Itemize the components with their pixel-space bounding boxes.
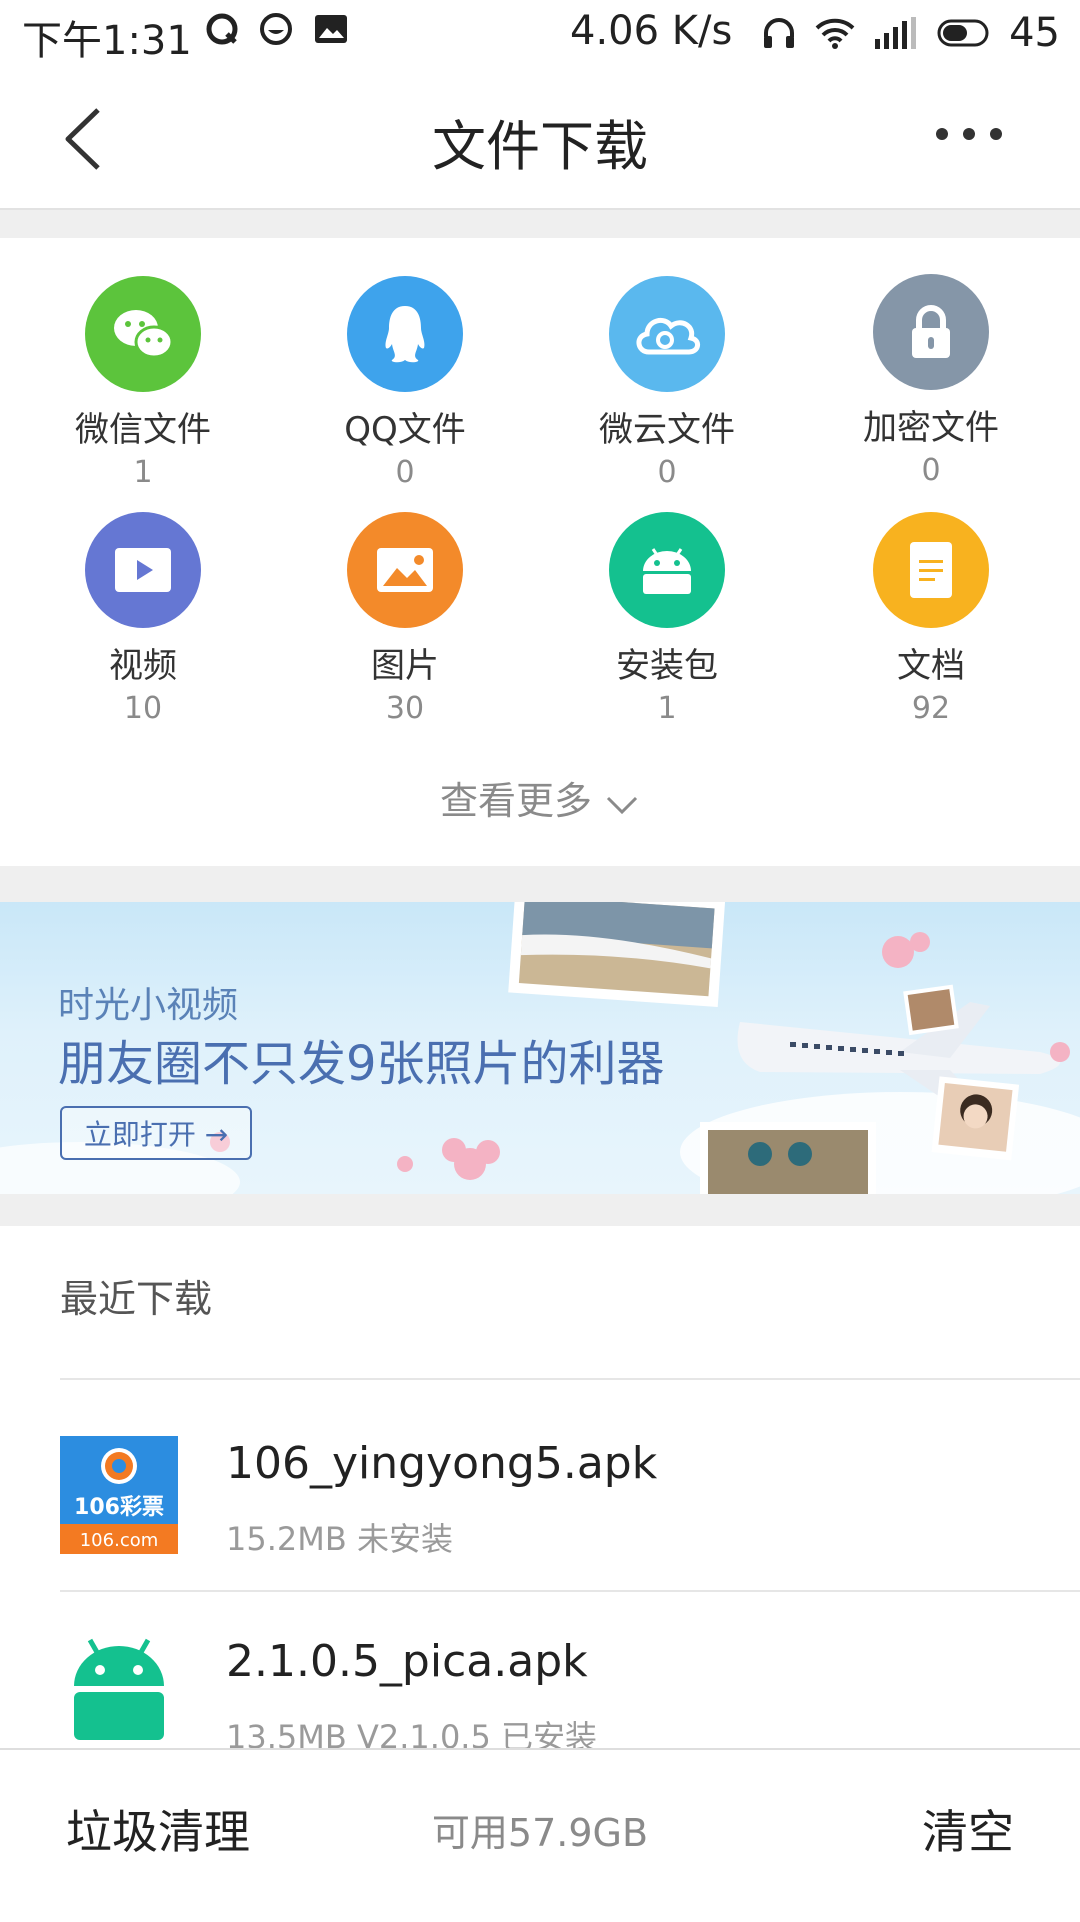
network-speed: 4.06 K/s — [570, 8, 733, 54]
section-gap — [0, 1194, 1080, 1226]
category-count: 10 — [123, 691, 163, 726]
file-row[interactable]: 106彩票 106.com 106_yingyong5.apk 15.2MB 未… — [0, 1380, 1080, 1590]
weiyun-icon — [636, 317, 700, 355]
category-count: 0 — [921, 453, 941, 488]
wechat-icon — [114, 310, 174, 359]
gallery-notification-icon — [315, 15, 347, 43]
category-count: 0 — [395, 455, 415, 490]
category-label: 微信文件 — [75, 410, 211, 450]
qq-notification-icon — [206, 13, 238, 45]
android-icon — [643, 548, 691, 594]
file-name: 2.1.0.5_pica.apk — [226, 1636, 588, 1687]
category-label: 文档 — [897, 646, 965, 686]
category-apk[interactable]: 安装包 1 — [532, 512, 802, 726]
banner-subtitle: 时光小视频 — [58, 985, 239, 1026]
category-weiyun[interactable]: 微云文件 0 — [532, 276, 802, 490]
open-now-button[interactable]: 立即打开 → — [60, 1106, 252, 1160]
category-encrypted[interactable]: 加密文件 0 — [796, 274, 1066, 488]
signal-4g-icon — [875, 17, 917, 49]
lottery-icon-domain: 106.com — [80, 1530, 159, 1551]
status-time: 下午1:31 — [22, 18, 192, 64]
lottery-app-icon: 106彩票 106.com — [60, 1436, 178, 1554]
category-label: 加密文件 — [863, 408, 999, 448]
category-document[interactable]: 文档 92 — [796, 512, 1066, 726]
category-image[interactable]: 图片 30 — [270, 512, 540, 726]
category-count: 1 — [657, 691, 677, 726]
category-video[interactable]: 视频 10 — [8, 512, 278, 726]
status-bar: 下午1:31 4.06 K/s 45 — [0, 0, 1080, 66]
clear-all-button[interactable]: 清空 — [922, 1796, 1014, 1862]
available-storage: 可用57.9GB — [431, 1811, 649, 1855]
battery-level: 45 — [1009, 10, 1060, 56]
qq-icon — [385, 306, 425, 363]
category-qq[interactable]: QQ文件 0 — [270, 276, 540, 490]
section-gap — [0, 210, 1080, 238]
category-label: QQ文件 — [344, 410, 466, 450]
category-count: 92 — [911, 691, 951, 726]
recent-downloads-heading: 最近下载 — [60, 1277, 213, 1321]
bottom-bar: 垃圾清理 可用57.9GB 清空 — [0, 1748, 1080, 1922]
battery-icon — [937, 19, 989, 47]
file-meta: 15.2MB 未安装 — [226, 1520, 453, 1558]
category-count: 0 — [657, 455, 677, 490]
category-label: 微云文件 — [599, 410, 735, 450]
headphones-icon — [764, 18, 795, 48]
image-icon — [377, 548, 433, 592]
section-gap — [0, 866, 1080, 902]
document-icon — [910, 542, 952, 598]
category-wechat[interactable]: 微信文件 1 — [8, 276, 278, 490]
chevron-down-icon — [606, 796, 638, 814]
category-label: 图片 — [371, 646, 439, 686]
emoji-notification-icon — [260, 13, 292, 45]
see-more-label: 查看更多 — [439, 779, 592, 823]
banner-title: 朋友圈不只发9张照片的利器 — [58, 1036, 665, 1092]
category-count: 30 — [385, 691, 425, 726]
lottery-icon-brand: 106彩票 — [74, 1495, 164, 1520]
file-name: 106_yingyong5.apk — [226, 1438, 658, 1489]
promo-banner[interactable]: 时光小视频 朋友圈不只发9张照片的利器 立即打开 → — [0, 902, 1080, 1194]
more-options-button[interactable] — [924, 104, 1014, 164]
video-icon — [115, 548, 171, 592]
category-label: 安装包 — [616, 646, 718, 686]
category-count: 1 — [133, 455, 153, 490]
page-title: 文件下载 — [432, 115, 648, 178]
category-label: 视频 — [109, 646, 177, 686]
android-icon — [74, 1638, 164, 1740]
lock-icon — [912, 305, 950, 358]
title-bar: 文件下载 — [0, 66, 1080, 210]
wifi-icon — [815, 18, 855, 49]
see-more-button[interactable]: 查看更多 — [0, 770, 1080, 825]
